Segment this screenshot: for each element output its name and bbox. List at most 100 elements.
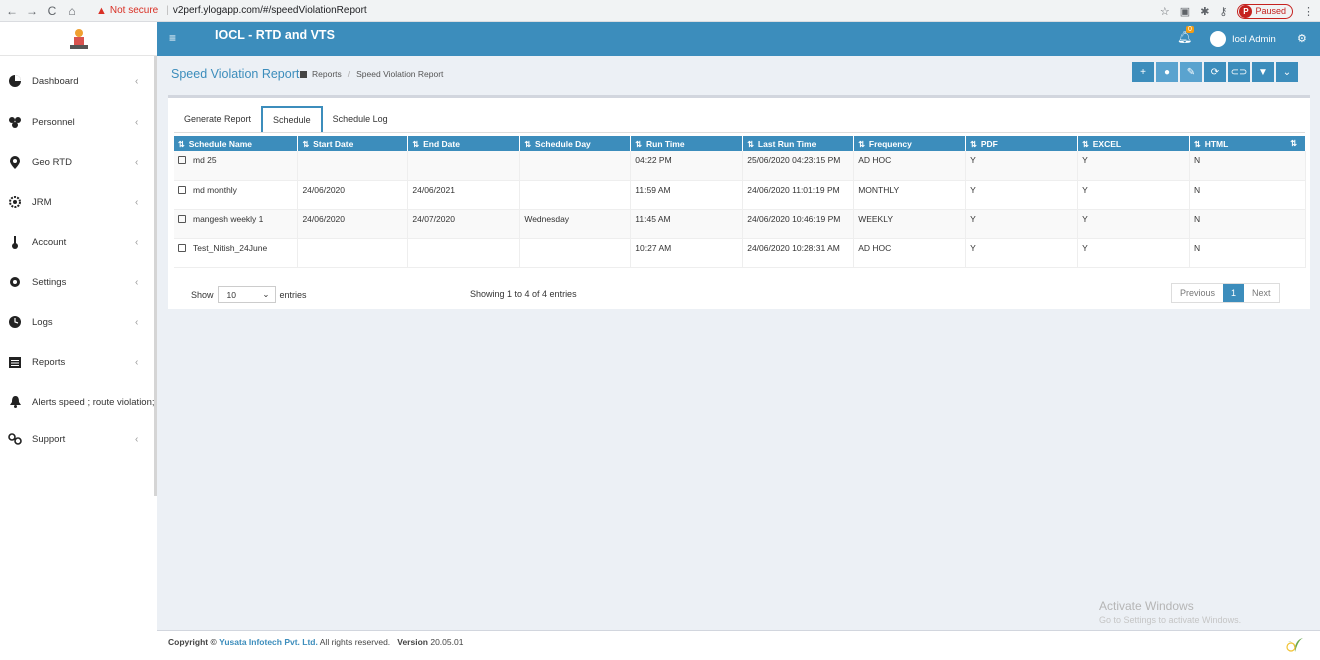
not-secure-label: Not secure bbox=[109, 5, 159, 16]
row-checkbox[interactable] bbox=[178, 243, 186, 252]
table-cell: 11:45 AM bbox=[630, 209, 744, 239]
chevron-left-icon: ‹ bbox=[135, 316, 139, 328]
home-icon[interactable]: ⌂ bbox=[64, 4, 80, 18]
sidebar-item-support[interactable]: Support ‹ bbox=[0, 429, 155, 449]
more-button[interactable]: ⌄ bbox=[1276, 62, 1298, 82]
sidebar-item-jrm[interactable]: JRM ‹ bbox=[0, 192, 155, 212]
company-link[interactable]: Yusata Infotech Pvt. Ltd. bbox=[219, 637, 318, 647]
table-cell: 24/06/2020 10:28:31 AM bbox=[742, 238, 855, 268]
sidebar-item-label: Account bbox=[32, 236, 67, 248]
column-header-run-time[interactable]: ⇅ Run Time bbox=[630, 136, 744, 151]
table-cell bbox=[519, 238, 632, 268]
table-cell: 04:22 PM bbox=[630, 151, 744, 181]
back-icon[interactable]: ← bbox=[4, 4, 20, 18]
clock-icon bbox=[8, 316, 22, 328]
tab-generate-report[interactable]: Generate Report bbox=[174, 108, 261, 132]
breadcrumb-link[interactable]: Reports bbox=[312, 69, 342, 79]
column-header-start-date[interactable]: ⇅ Start Date bbox=[297, 136, 409, 151]
browser-toolbar: ← → C ⌂ ▲ Not secure | v2perf.ylogapp.co… bbox=[0, 0, 1320, 22]
url-separator: | bbox=[166, 5, 169, 16]
next-page-button[interactable]: Next bbox=[1244, 284, 1279, 302]
sort-icon: ⇅ bbox=[1290, 138, 1297, 148]
cog-icon bbox=[8, 276, 22, 288]
tab-schedule-log[interactable]: Schedule Log bbox=[323, 108, 398, 132]
key-icon[interactable]: ⚷ bbox=[1219, 5, 1227, 18]
edit-button[interactable]: ✎ bbox=[1180, 62, 1202, 82]
breadcrumb: Reports / Speed Violation Report bbox=[300, 69, 443, 79]
column-header-schedule-day[interactable]: ⇅ Schedule Day bbox=[519, 136, 632, 151]
extension-icon[interactable]: ▣ bbox=[1180, 5, 1190, 18]
column-header-schedule-name[interactable]: ⇅ Schedule Name bbox=[174, 136, 299, 151]
row-checkbox[interactable] bbox=[178, 214, 186, 223]
table-row[interactable]: md monthly 24/06/2020 24/06/2021 11:59 A… bbox=[174, 180, 1306, 210]
footer-copyright: Copyright © Yusata Infotech Pvt. Ltd. Al… bbox=[168, 637, 463, 647]
sidebar-item-label: Alerts speed ; route violation; bbox=[32, 396, 155, 408]
add-button[interactable]: + bbox=[1132, 62, 1154, 82]
sidebar-item-dashboard[interactable]: Dashboard ‹ bbox=[0, 71, 155, 91]
filter-button[interactable]: ▼ bbox=[1252, 62, 1274, 82]
rights-text: All rights reserved. bbox=[319, 637, 391, 647]
star-icon[interactable]: ☆ bbox=[1160, 5, 1170, 18]
report-icon bbox=[8, 356, 22, 368]
chevron-left-icon: ‹ bbox=[135, 236, 139, 248]
sort-icon: ⇅ bbox=[858, 139, 865, 149]
activate-windows-subtitle: Go to Settings to activate Windows. bbox=[1099, 615, 1242, 625]
table-row[interactable]: mangesh weekly 1 24/06/2020 24/07/2020 W… bbox=[174, 209, 1306, 239]
forward-icon[interactable]: → bbox=[24, 4, 40, 18]
column-header-excel[interactable]: ⇅ EXCEL bbox=[1077, 136, 1190, 151]
table-row[interactable]: md 25 04:22 PM 25/06/2020 04:23:15 PM AD… bbox=[174, 151, 1306, 181]
column-header-end-date[interactable]: ⇅ End Date bbox=[407, 136, 521, 151]
tab-schedule[interactable]: Schedule bbox=[261, 106, 323, 132]
table-row[interactable]: Test_Nitish_24June 10:27 AM 24/06/2020 1… bbox=[174, 238, 1306, 268]
column-header-html[interactable]: ⇅ HTML ⇅ bbox=[1189, 136, 1306, 151]
sort-icon: ⇅ bbox=[970, 139, 977, 149]
app-title: IOCL - RTD and VTS bbox=[215, 28, 335, 42]
profile-paused-button[interactable]: P Paused bbox=[1237, 3, 1293, 19]
hamburger-menu-icon[interactable]: ≡ bbox=[169, 31, 176, 45]
sort-icon: ⇅ bbox=[635, 139, 642, 149]
row-checkbox[interactable] bbox=[178, 156, 186, 164]
sidebar-item-settings[interactable]: Settings ‹ bbox=[0, 272, 155, 292]
chevron-left-icon: ‹ bbox=[135, 156, 139, 168]
sidebar-item-personnel[interactable]: Personnel ‹ bbox=[0, 112, 155, 132]
users-icon bbox=[8, 116, 22, 128]
logo-icon bbox=[69, 28, 88, 49]
chevron-left-icon: ‹ bbox=[135, 196, 139, 208]
menu-dots-icon[interactable]: ⋮ bbox=[1303, 5, 1314, 18]
table-cell: Y bbox=[1077, 180, 1190, 210]
sort-icon: ⇅ bbox=[178, 139, 185, 149]
table-cell: Y bbox=[1077, 209, 1190, 239]
table-cell bbox=[407, 151, 521, 181]
sidebar-item-geo-rtd[interactable]: Geo RTD ‹ bbox=[0, 152, 155, 172]
toggle-button[interactable]: ⊂⊃ bbox=[1228, 62, 1250, 82]
refresh-icon: ⟳ bbox=[1210, 66, 1220, 78]
sidebar-item-reports[interactable]: Reports ‹ bbox=[0, 352, 155, 372]
sidebar-item-logs[interactable]: Logs ‹ bbox=[0, 312, 155, 332]
refresh-button[interactable]: ⟳ bbox=[1204, 62, 1226, 82]
user-avatar[interactable] bbox=[1210, 31, 1226, 47]
previous-page-button[interactable]: Previous bbox=[1172, 284, 1223, 302]
column-header-frequency[interactable]: ⇅ Frequency bbox=[853, 136, 967, 151]
footer: Copyright © Yusata Infotech Pvt. Ltd. Al… bbox=[157, 630, 1320, 660]
breadcrumb-separator: / bbox=[347, 69, 351, 79]
logo[interactable] bbox=[0, 22, 157, 56]
page-length-select[interactable]: 10 ⌄ bbox=[217, 286, 276, 303]
page-button-1[interactable]: 1 bbox=[1223, 284, 1245, 302]
page-length-control: Show 10 ⌄ entries bbox=[191, 286, 307, 303]
column-header-last-run-time[interactable]: ⇅ Last Run Time bbox=[742, 136, 855, 151]
user-name[interactable]: Iocl Admin bbox=[1232, 34, 1276, 45]
table-cell: 11:59 AM bbox=[630, 180, 744, 210]
reload-icon[interactable]: C bbox=[44, 4, 60, 18]
sidebar-item-alerts[interactable]: Alerts speed ; route violation; bbox=[0, 392, 155, 412]
warning-icon: ▲ bbox=[96, 4, 107, 17]
address-bar[interactable]: ▲ Not secure | v2perf.ylogapp.com/#/spee… bbox=[96, 5, 367, 17]
cogs-icon[interactable]: ⚙ bbox=[1297, 32, 1307, 45]
sidebar-item-account[interactable]: Account ‹ bbox=[0, 232, 155, 252]
view-button[interactable]: ● bbox=[1156, 62, 1178, 82]
puzzle-icon[interactable]: ✱ bbox=[1200, 5, 1209, 18]
row-checkbox[interactable] bbox=[178, 185, 186, 194]
table-cell: Y bbox=[1077, 151, 1190, 181]
table-cell bbox=[297, 151, 409, 181]
dashboard-icon bbox=[8, 75, 22, 87]
column-header-pdf[interactable]: ⇅ PDF bbox=[965, 136, 1079, 151]
